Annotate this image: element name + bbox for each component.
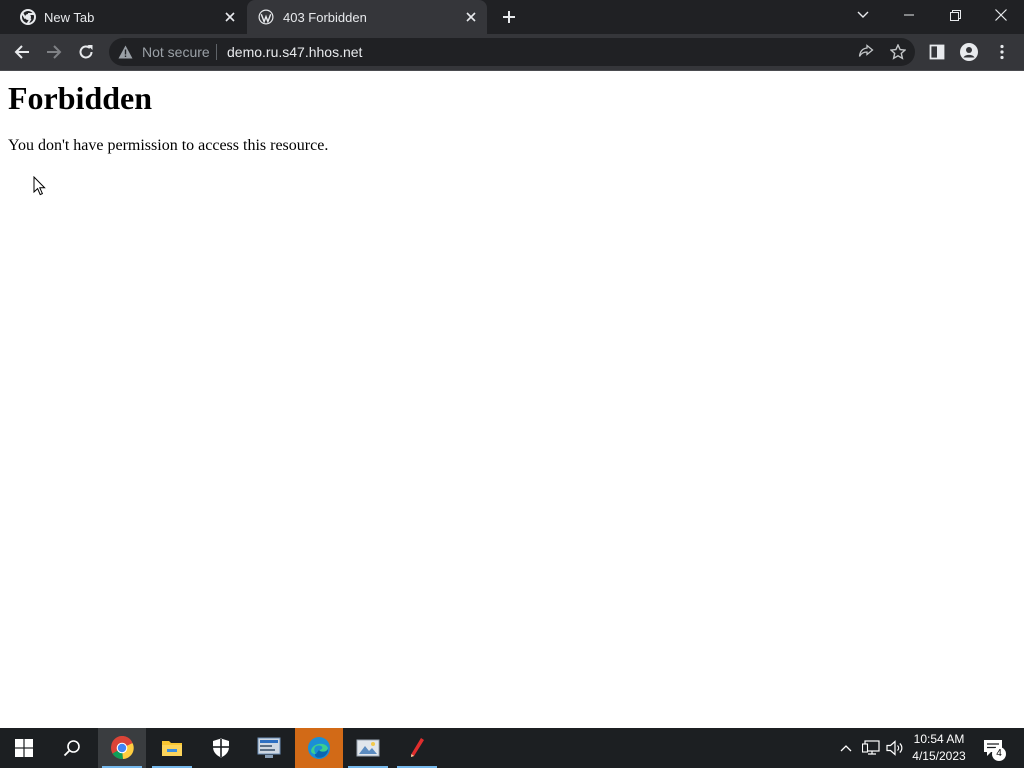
taskbar-chrome[interactable] bbox=[98, 728, 146, 768]
error-message: You don't have permission to access this… bbox=[8, 137, 329, 154]
restore-button[interactable] bbox=[932, 0, 978, 30]
back-arrow-icon bbox=[14, 44, 30, 60]
taskbar-clock[interactable]: 10:54 AM 4/15/2023 bbox=[906, 731, 972, 765]
server-manager-icon bbox=[257, 737, 281, 759]
avatar-icon bbox=[960, 43, 978, 61]
share-icon[interactable] bbox=[857, 43, 875, 61]
chrome-icon bbox=[20, 9, 36, 25]
tab-title: New Tab bbox=[44, 10, 95, 25]
new-tab-button[interactable] bbox=[497, 5, 521, 29]
start-button[interactable] bbox=[0, 728, 48, 768]
tab-title: 403 Forbidden bbox=[283, 10, 367, 25]
taskbar-file-explorer[interactable] bbox=[148, 728, 196, 768]
search-button[interactable] bbox=[48, 728, 96, 768]
forward-arrow-icon bbox=[46, 44, 62, 60]
taskbar-server-manager[interactable] bbox=[245, 728, 293, 768]
close-window-button[interactable] bbox=[978, 0, 1024, 30]
notification-count-badge: 4 bbox=[992, 747, 1006, 761]
search-icon bbox=[63, 739, 81, 757]
page-content: Forbidden You don't have permission to a… bbox=[0, 71, 1024, 728]
browser-toolbar: Not secure demo.ru.s47.hhos.net bbox=[0, 34, 1024, 71]
wordpress-icon bbox=[258, 9, 274, 25]
minimize-button[interactable] bbox=[886, 0, 932, 30]
reload-button[interactable] bbox=[74, 40, 98, 64]
close-icon bbox=[995, 9, 1007, 21]
plus-icon bbox=[502, 10, 516, 24]
tab-strip: New Tab 403 Forbidden bbox=[0, 0, 1024, 34]
chrome-icon bbox=[110, 736, 134, 760]
network-icon bbox=[862, 740, 880, 756]
taskbar-security[interactable] bbox=[197, 728, 245, 768]
clock-date: 4/15/2023 bbox=[912, 749, 966, 763]
minimize-icon bbox=[904, 14, 914, 16]
menu-button[interactable] bbox=[990, 40, 1014, 64]
taskbar-image-viewer[interactable] bbox=[344, 728, 392, 768]
tab-search-button[interactable] bbox=[840, 0, 886, 30]
edge-icon bbox=[307, 736, 331, 760]
windows-start-icon bbox=[15, 739, 33, 757]
tab-new-tab[interactable]: New Tab bbox=[8, 0, 246, 34]
tab-403-forbidden[interactable]: 403 Forbidden bbox=[247, 0, 487, 34]
windows-taskbar: 10:54 AM 4/15/2023 bbox=[0, 728, 1024, 768]
taskbar-edge[interactable] bbox=[295, 728, 343, 768]
forward-button[interactable] bbox=[42, 40, 66, 64]
clock-time: 10:54 AM bbox=[913, 732, 965, 746]
mouse-cursor-icon bbox=[33, 176, 47, 196]
profile-button[interactable] bbox=[957, 40, 981, 64]
side-panel-icon bbox=[929, 44, 945, 60]
reload-icon bbox=[78, 44, 94, 60]
back-button[interactable] bbox=[10, 40, 34, 64]
bookmark-star-icon[interactable] bbox=[889, 43, 907, 61]
taskbar-pen-app[interactable] bbox=[393, 728, 441, 768]
security-shield-icon bbox=[212, 738, 230, 758]
page-title: Forbidden bbox=[8, 80, 153, 116]
network-button[interactable] bbox=[860, 728, 882, 768]
volume-button[interactable] bbox=[884, 728, 906, 768]
security-status[interactable]: Not secure bbox=[142, 44, 210, 60]
restore-icon bbox=[949, 9, 961, 21]
url-text[interactable]: demo.ru.s47.hhos.net bbox=[227, 44, 362, 60]
warning-icon[interactable] bbox=[118, 45, 133, 59]
chevron-up-icon bbox=[840, 744, 852, 752]
close-tab-icon[interactable] bbox=[461, 7, 481, 27]
speaker-icon bbox=[886, 740, 904, 756]
chevron-down-icon bbox=[857, 11, 869, 19]
close-tab-icon[interactable] bbox=[220, 7, 240, 27]
show-hidden-icons-button[interactable] bbox=[836, 728, 856, 768]
divider bbox=[216, 44, 217, 60]
pen-app-icon bbox=[408, 737, 426, 759]
address-bar[interactable]: Not secure demo.ru.s47.hhos.net bbox=[109, 38, 915, 66]
file-explorer-icon bbox=[161, 738, 183, 758]
side-panel-button[interactable] bbox=[925, 40, 949, 64]
image-viewer-icon bbox=[356, 737, 380, 759]
kebab-menu-icon bbox=[1000, 44, 1004, 60]
